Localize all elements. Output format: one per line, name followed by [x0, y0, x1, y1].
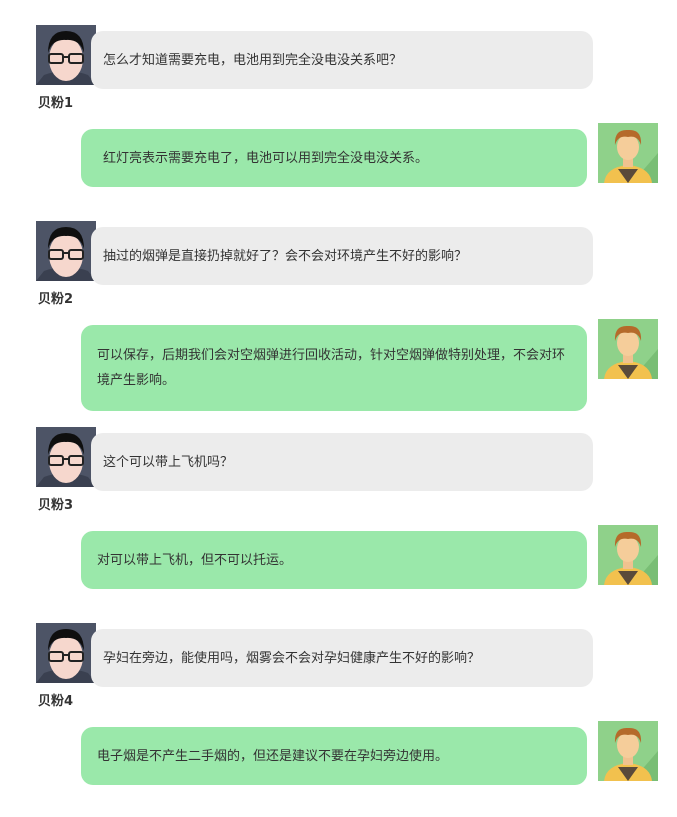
answer-text-4: 电子烟是不产生二手烟的，但还是建议不要在孕妇旁边使用。 [97, 748, 449, 764]
user-name-4: 贝粉4 [38, 694, 74, 709]
user-avatar-2 [36, 221, 96, 281]
staff-avatar-3 [598, 525, 658, 585]
staff-avatar-2 [598, 319, 658, 379]
question-bubble-1: 怎么才知道需要充电，电池用到完全没电没关系吧？ [91, 31, 593, 89]
staff-avatar-1 [598, 123, 658, 183]
question-text-1: 怎么才知道需要充电，电池用到完全没电没关系吧？ [103, 52, 403, 68]
question-text-3: 这个可以带上飞机吗？ [103, 454, 234, 470]
staff-avatar-4 [598, 721, 658, 781]
user-avatar-4 [36, 623, 96, 683]
staff-avatar-icon [598, 721, 658, 781]
question-bubble-4: 孕妇在旁边，能使用吗，烟雾会不会对孕妇健康产生不好的影响？ [91, 629, 593, 687]
question-text-4: 孕妇在旁边，能使用吗，烟雾会不会对孕妇健康产生不好的影响？ [103, 650, 481, 666]
answer-text-1: 红灯亮表示需要充电了，电池可以用到完全没电没关系。 [103, 150, 429, 166]
answer-text-2: 可以保存，后期我们会对空烟弹进行回收活动，针对空烟弹做特别处理，不会对环境产生影… [97, 348, 566, 388]
question-text-2: 抽过的烟弹是直接扔掉就好了？会不会对环境产生不好的影响？ [103, 248, 468, 264]
answer-bubble-4: 电子烟是不产生二手烟的，但还是建议不要在孕妇旁边使用。 [81, 727, 587, 785]
answer-bubble-3: 对可以带上飞机，但不可以托运。 [81, 531, 587, 589]
user-name-2: 贝粉2 [38, 292, 74, 307]
user-avatar-glasses-icon [36, 623, 96, 683]
question-bubble-3: 这个可以带上飞机吗？ [91, 433, 593, 491]
user-avatar-glasses-icon [36, 25, 96, 85]
staff-avatar-icon [598, 319, 658, 379]
answer-text-3: 对可以带上飞机，但不可以托运。 [97, 552, 293, 568]
user-avatar-glasses-icon [36, 221, 96, 281]
user-avatar-3 [36, 427, 96, 487]
staff-avatar-icon [598, 123, 658, 183]
user-avatar-glasses-icon [36, 427, 96, 487]
answer-bubble-2: 可以保存，后期我们会对空烟弹进行回收活动，针对空烟弹做特别处理，不会对环境产生影… [81, 325, 587, 411]
question-bubble-2: 抽过的烟弹是直接扔掉就好了？会不会对环境产生不好的影响？ [91, 227, 593, 285]
user-name-1: 贝粉1 [38, 96, 74, 111]
user-avatar-1 [36, 25, 96, 85]
staff-avatar-icon [598, 525, 658, 585]
user-name-3: 贝粉3 [38, 498, 74, 513]
answer-bubble-1: 红灯亮表示需要充电了，电池可以用到完全没电没关系。 [81, 129, 587, 187]
